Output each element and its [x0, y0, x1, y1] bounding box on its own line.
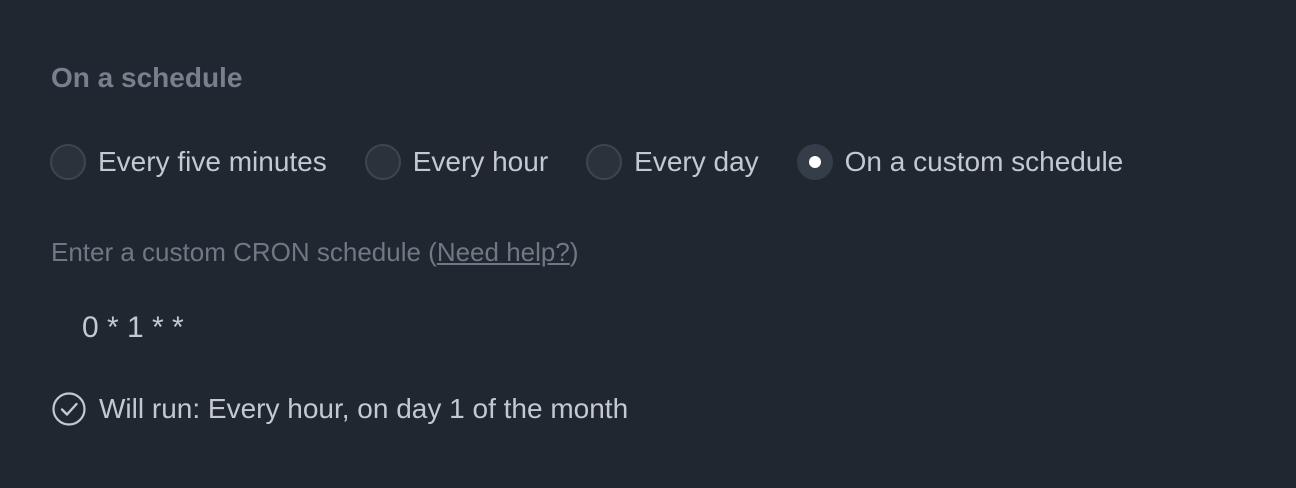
radio-custom-schedule[interactable]: On a custom schedule: [796, 141, 1124, 183]
cron-field-label: Enter a custom CRON schedule (Need help?…: [51, 233, 578, 271]
radio-circle[interactable]: [364, 144, 401, 180]
radio-circle[interactable]: [586, 144, 623, 180]
section-title: On a schedule: [51, 62, 243, 93]
radio-label: On a custom schedule: [844, 146, 1124, 177]
cron-label-suffix: ): [569, 237, 579, 267]
need-help-link[interactable]: Need help?: [437, 237, 570, 267]
radio-label: Every five minutes: [98, 146, 327, 177]
radio-label: Every hour: [412, 146, 549, 177]
radio-label: Every day: [634, 146, 759, 177]
schedule-summary-text: Will run: Every hour, on day 1 of the mo…: [99, 393, 629, 424]
radio-every-hour[interactable]: Every hour: [364, 141, 549, 183]
cron-input[interactable]: [62, 304, 562, 352]
radio-circle-selected[interactable]: [796, 144, 833, 180]
radio-circle[interactable]: [50, 144, 86, 180]
cron-label-text: Enter a custom CRON schedule (: [51, 237, 437, 267]
radio-every-day[interactable]: Every day: [586, 141, 759, 183]
schedule-radio-group: Every five minutes Every hour Every day …: [50, 141, 1123, 183]
radio-every-five-minutes[interactable]: Every five minutes: [50, 141, 327, 183]
schedule-panel: On a schedule Every five minutes Every h…: [0, 0, 1296, 488]
check-circle-icon: [52, 392, 86, 426]
radio-selected-dot: [808, 156, 821, 168]
schedule-summary: Will run: Every hour, on day 1 of the mo…: [51, 389, 628, 429]
